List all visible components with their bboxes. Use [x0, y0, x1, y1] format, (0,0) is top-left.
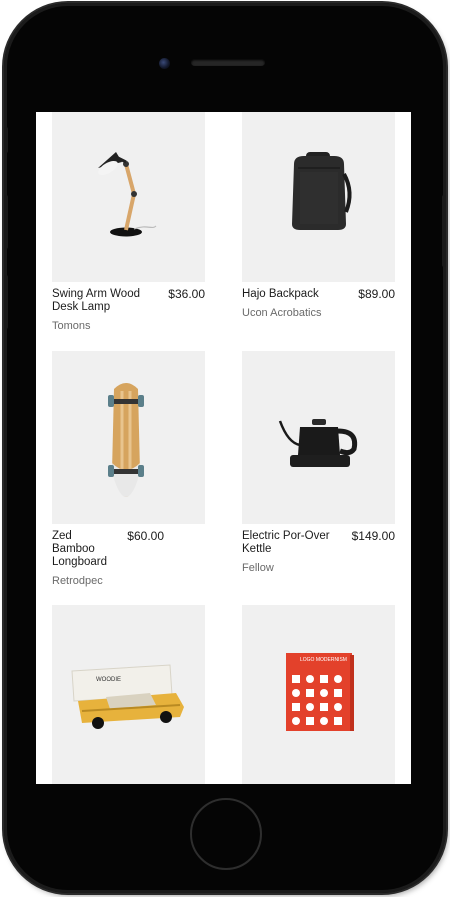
- product-name[interactable]: Zed Bamboo Longboard: [52, 530, 112, 569]
- product-image-toy-car[interactable]: WOODIE: [52, 605, 205, 784]
- front-camera: [159, 58, 170, 69]
- product-card[interactable]: LOGO MODERNISM: [242, 605, 395, 784]
- book-cover-title: LOGO MODERNISM: [300, 657, 347, 663]
- product-image-longboard[interactable]: [52, 351, 205, 524]
- product-brand: Retrodpec: [52, 575, 103, 587]
- product-card[interactable]: Electric Por-Over Kettle $149.00 Fellow: [242, 351, 395, 575]
- home-button[interactable]: [190, 798, 262, 870]
- screen[interactable]: Swing Arm Wood Desk Lamp $36.00 Tomons H…: [36, 112, 411, 784]
- toy-car-icon: WOODIE: [71, 664, 184, 729]
- product-brand: Fellow: [242, 562, 274, 574]
- book-icon: LOGO MODERNISM: [286, 653, 354, 731]
- product-brand: Ucon Acrobatics: [242, 307, 322, 319]
- volume-down-button: [4, 275, 8, 329]
- product-card[interactable]: WOODIE: [52, 605, 205, 784]
- mute-switch: [4, 127, 8, 153]
- product-card[interactable]: Hajo Backpack $89.00 Ucon Acrobatics: [242, 112, 395, 320]
- desk-lamp-icon: [98, 152, 157, 237]
- product-name[interactable]: Swing Arm Wood Desk Lamp: [52, 288, 150, 314]
- product-price: $36.00: [168, 287, 205, 301]
- product-brand: Tomons: [52, 320, 91, 332]
- kettle-icon: [278, 419, 358, 467]
- toy-car-package-label: WOODIE: [96, 677, 121, 683]
- longboard-icon: [108, 383, 144, 497]
- product-image-logo-book[interactable]: LOGO MODERNISM: [242, 605, 395, 784]
- product-price: $89.00: [358, 287, 395, 301]
- product-price: $60.00: [127, 529, 164, 543]
- product-image-kettle[interactable]: [242, 351, 395, 524]
- power-button: [442, 195, 446, 267]
- product-image-backpack[interactable]: [242, 112, 395, 282]
- product-card[interactable]: Swing Arm Wood Desk Lamp $36.00 Tomons: [52, 112, 205, 333]
- product-image-desk-lamp[interactable]: [52, 112, 205, 282]
- backpack-icon: [292, 152, 352, 230]
- product-price: $149.00: [351, 529, 395, 543]
- volume-up-button: [4, 195, 8, 249]
- earpiece-speaker: [191, 59, 265, 66]
- product-card[interactable]: Zed Bamboo Longboard $60.00 Retrodpec: [52, 351, 205, 588]
- product-name[interactable]: Electric Por-Over Kettle: [242, 530, 342, 556]
